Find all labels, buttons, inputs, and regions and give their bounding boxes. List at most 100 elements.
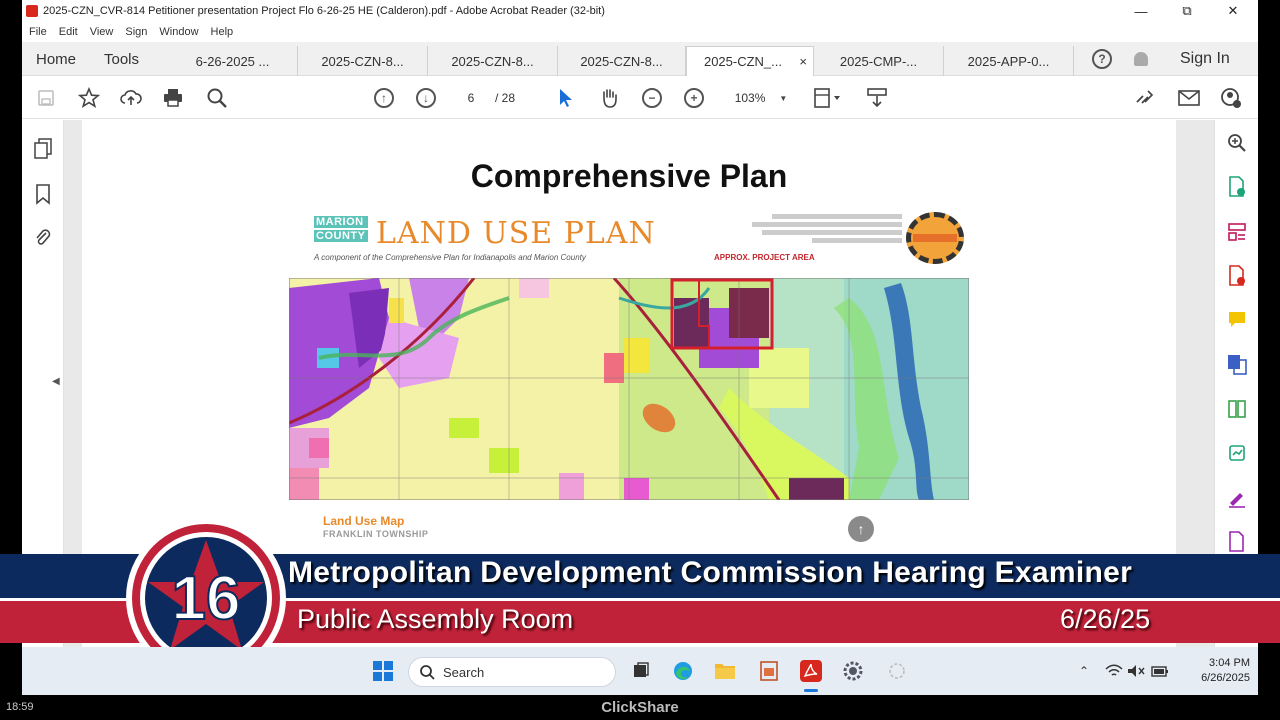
page-total: / 28 [488,77,522,119]
account-button[interactable] [1218,77,1244,119]
edit-pages-icon [1228,400,1246,418]
bookmark-icon [36,184,50,205]
cursor-arrow-icon [560,89,572,107]
menu-help[interactable]: Help [211,26,234,38]
volume-button[interactable] [1126,647,1146,695]
zoom-value: 103% [734,91,766,105]
close-tab-icon[interactable]: × [799,54,807,69]
find-button[interactable] [204,77,230,119]
menu-file[interactable]: File [29,26,47,38]
restore-button[interactable]: ⧉ [1164,0,1210,22]
export-pdf-button[interactable] [1226,176,1248,198]
zoom-select[interactable]: 103% ▼ [726,77,796,119]
search-icon [420,665,435,680]
clock-time: 3:04 PM [1209,657,1250,669]
select-tool-button[interactable] [554,77,578,119]
start-button[interactable] [368,647,398,695]
battery-button[interactable] [1150,647,1170,695]
zoom-tool-button[interactable] [1226,132,1248,154]
doc-tab[interactable]: 2025-CZN-8... [558,46,686,76]
previous-page-button[interactable]: ↑ [372,77,396,119]
share-link-button[interactable] [1132,77,1158,119]
close-window-button[interactable]: ✕ [1210,0,1256,22]
county-line-2: COUNTY [314,230,368,242]
edge-icon [674,662,692,680]
link-pen-icon [1136,90,1154,104]
attachments-button[interactable] [32,227,54,249]
doc-tab-label: 6-26-2025 ... [195,53,270,69]
doc-tab-label: 2025-CZN_... [703,54,783,69]
combine-files-button[interactable] [1226,353,1248,375]
land-use-map [289,278,969,500]
doc-tab[interactable]: 2025-APP-0... [944,46,1074,76]
land-use-map-caption: Land Use Map [323,514,405,528]
approx-project-area-label: APPROX. PROJECT AREA [714,253,815,262]
file-explorer-button[interactable] [710,647,740,695]
page-number-input[interactable]: 6 [456,77,486,119]
notifications-button[interactable] [1134,42,1148,76]
page-display-button[interactable] [810,77,844,119]
tools-tab[interactable]: Tools [104,42,139,76]
page-thumbnails-button[interactable] [32,138,54,160]
windows-taskbar: Search ⌃ 3:04 PM 6/26/2025 [22,647,1258,695]
help-icon: ? [1092,49,1112,69]
print-button[interactable] [160,77,186,119]
organize-pages-button[interactable] [1226,221,1248,243]
comment-button[interactable] [1226,309,1248,331]
plus-icon: + [684,88,704,108]
wifi-button[interactable] [1104,647,1124,695]
bookmark-star-button[interactable] [76,77,102,119]
office-app-button[interactable] [754,647,784,695]
loading-app-button[interactable] [882,647,912,695]
scroll-mode-button[interactable] [864,77,890,119]
settings-button[interactable] [838,647,868,695]
bookmarks-button[interactable] [32,183,54,205]
edit-pdf-button[interactable] [1226,398,1248,420]
minimize-button[interactable]: — [1118,0,1164,22]
task-view-button[interactable] [626,647,656,695]
clickshare-brand: ClickShare [601,699,679,716]
menu-sign[interactable]: Sign [125,26,147,38]
folder-icon [715,664,735,679]
acrobat-taskbar-button[interactable] [794,647,828,695]
export-pdf-icon [1229,176,1245,197]
township-label: FRANKLIN TOWNSHIP [323,529,429,539]
doc-tab[interactable]: 2025-CZN-8... [298,46,428,76]
menu-window[interactable]: Window [159,26,198,38]
taskbar-search[interactable]: Search [408,657,616,687]
page-total-label: / 28 [494,91,515,105]
zoom-in-button[interactable]: + [682,77,706,119]
email-button[interactable] [1176,77,1202,119]
mail-icon [1178,90,1200,106]
help-button[interactable]: ? [1092,42,1112,76]
upload-cloud-button[interactable] [118,77,144,119]
scan-ocr-button[interactable] [1226,442,1248,464]
next-page-button[interactable]: ↓ [414,77,438,119]
spinner-icon [889,663,905,679]
doc-tab[interactable]: 6-26-2025 ... [168,46,298,76]
channel-number: 16 [172,564,241,633]
edge-browser-button[interactable] [668,647,698,695]
menu-view[interactable]: View [90,26,114,38]
expand-left-pane-icon[interactable]: ◀ [52,376,60,387]
doc-tab[interactable]: 2025-CMP-... [814,46,944,76]
fill-sign-button[interactable] [1226,487,1248,509]
land-use-plan-title: LAND USE PLAN [376,216,656,251]
save-button[interactable] [34,77,58,119]
page-fit-icon [814,88,840,108]
create-pdf-icon [1229,265,1245,286]
sign-in-button[interactable]: Sign In [1180,42,1230,76]
hand-tool-button[interactable] [596,77,622,119]
doc-tab[interactable]: 2025-CZN-8... [428,46,558,76]
doc-tab-active[interactable]: 2025-CZN_... × [686,46,814,76]
doc-tab-label: 2025-CMP-... [839,53,918,69]
north-arrow-icon: ↑ [848,516,874,542]
land-use-plan-subtitle: A component of the Comprehensive Plan fo… [314,253,586,262]
create-pdf-button[interactable] [1226,265,1248,287]
zoom-out-button[interactable]: − [640,77,664,119]
more-tools-button[interactable] [1226,531,1248,553]
home-tab[interactable]: Home [36,42,76,76]
system-clock[interactable]: 3:04 PM 6/26/2025 [1172,656,1250,686]
menu-edit[interactable]: Edit [59,26,78,38]
show-hidden-icons-button[interactable]: ⌃ [1074,647,1094,695]
